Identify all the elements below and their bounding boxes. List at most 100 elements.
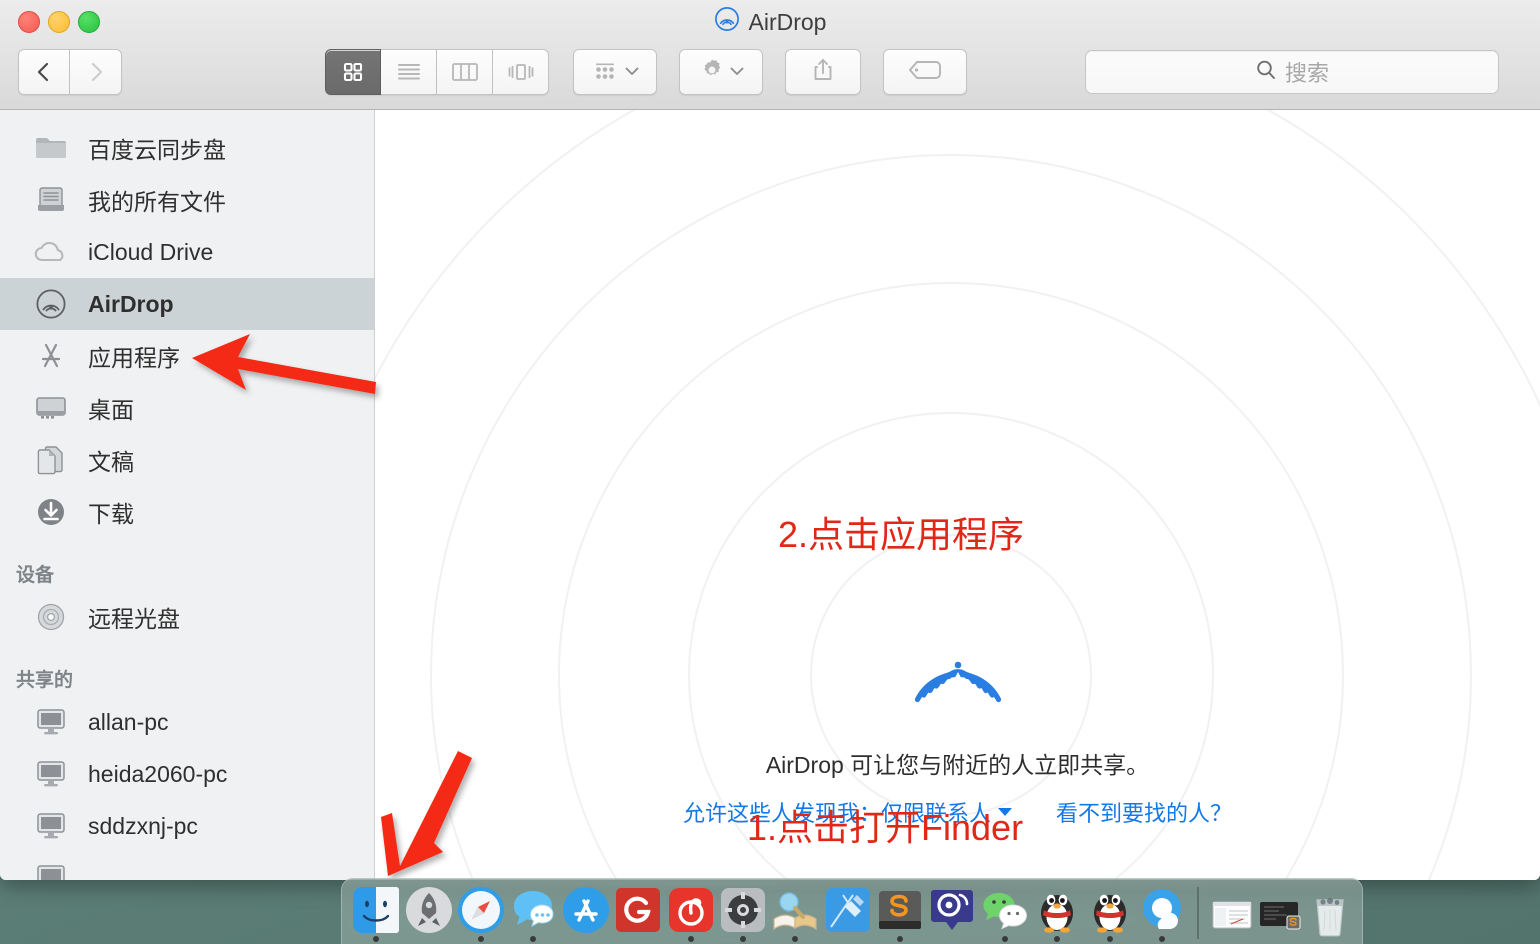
sidebar-item-label: AirDrop — [88, 290, 174, 317]
window-title-text: AirDrop — [748, 8, 827, 35]
share-button[interactable] — [785, 49, 861, 95]
sidebar-item-airdrop[interactable]: AirDrop — [0, 278, 374, 330]
action-gear-button[interactable] — [679, 49, 763, 95]
gear-icon — [698, 56, 726, 89]
dock-item-messages[interactable] — [507, 883, 559, 944]
sidebar-item-shared-partial[interactable] — [0, 852, 374, 880]
sidebar-item-label: 下载 — [88, 501, 134, 527]
dock-minimized-document-window[interactable] — [1208, 883, 1257, 944]
sidebar-item-heida2060-pc[interactable]: heida2060-pc — [0, 748, 374, 800]
downloads-icon — [32, 495, 70, 529]
dock-item-system-preferences[interactable] — [717, 883, 769, 944]
sidebar-item-label: 百度云同步盘 — [88, 137, 226, 163]
search-field[interactable]: 搜索 — [1085, 50, 1499, 94]
airdrop-icon — [32, 287, 70, 321]
sidebar-item-label: iCloud Drive — [88, 238, 214, 265]
sidebar-item-label: 应用程序 — [88, 345, 180, 371]
running-indicator — [687, 936, 694, 942]
sidebar: 百度云同步盘 我的所有文件 iCloud Drive AirDrop 应用程序 … — [0, 110, 375, 880]
dock-item-xcode[interactable] — [822, 883, 874, 944]
sidebar-item-downloads[interactable]: 下载 — [0, 486, 374, 538]
dock-item-qq[interactable] — [1031, 883, 1083, 944]
xcode-icon — [823, 885, 873, 935]
arrange-button[interactable] — [573, 49, 657, 95]
dock — [341, 878, 1363, 944]
sidebar-item-desktop[interactable]: 桌面 — [0, 382, 374, 434]
g-app-icon — [613, 885, 663, 935]
sidebar-item-icloud-drive[interactable]: iCloud Drive — [0, 226, 374, 278]
airdrop-content-pane: AirDrop 可让您与附近的人立即共享。 允许这些人发现我：仅限联系人 看不到… — [375, 110, 1540, 880]
dock-separator — [1197, 887, 1200, 939]
tag-icon — [907, 59, 943, 86]
dock-trash[interactable] — [1305, 883, 1354, 944]
dictionary-icon — [770, 885, 820, 935]
dock-item-qq-two[interactable] — [1083, 883, 1135, 944]
sidebar-item-label: allan-pc — [88, 708, 169, 735]
dock-item-finder[interactable] — [350, 883, 402, 944]
applications-icon — [32, 339, 70, 373]
sidebar-item-documents[interactable]: 文稿 — [0, 434, 374, 486]
forward-button[interactable] — [70, 49, 122, 95]
weibo-icon — [927, 885, 977, 935]
airdrop-help-link[interactable]: 看不到要找的人？ — [1056, 796, 1232, 828]
dock-item-weibo[interactable] — [926, 883, 978, 944]
back-button[interactable] — [18, 49, 70, 95]
running-indicator — [739, 936, 746, 942]
search-icon — [1255, 59, 1277, 86]
chevron-down-icon — [998, 808, 1012, 816]
dock-item-wechat[interactable] — [979, 883, 1031, 944]
sidebar-item-applications[interactable]: 应用程序 — [0, 330, 374, 382]
icon-view-button[interactable] — [325, 49, 381, 95]
dock-item-launchpad[interactable] — [402, 883, 454, 944]
sidebar-item-label: 文稿 — [88, 449, 134, 475]
running-indicator — [530, 936, 537, 942]
dock-item-dictionary[interactable] — [769, 883, 821, 944]
sidebar-item-remote-disc[interactable]: 远程光盘 — [0, 591, 374, 643]
qq-penguin-icon — [1085, 885, 1135, 935]
airdrop-empty-state: AirDrop 可让您与附近的人立即共享。 允许这些人发现我：仅限联系人 看不到… — [375, 602, 1540, 828]
coverflow-view-button[interactable] — [493, 49, 549, 95]
airdrop-logo-icon — [898, 602, 1018, 722]
tags-button[interactable] — [883, 49, 967, 95]
dock-minimized-sublime-window[interactable] — [1257, 883, 1306, 944]
search-input[interactable]: 搜索 — [1285, 56, 1329, 88]
finder-toolbar: 搜索 — [0, 44, 1540, 100]
sidebar-item-baidu-sync[interactable]: 百度云同步盘 — [0, 122, 374, 174]
qq-browser-icon — [1137, 885, 1187, 935]
dock-item-sublime-text[interactable] — [874, 883, 926, 944]
running-indicator — [1159, 936, 1166, 942]
airdrop-discoverability-menu[interactable]: 允许这些人发现我：仅限联系人 — [683, 796, 1012, 828]
airdrop-icon — [714, 6, 740, 38]
navigation-buttons — [18, 49, 122, 95]
dock-item-gitee-g[interactable] — [612, 883, 664, 944]
finder-window: AirDrop 搜索 百度云同步盘 我的所有文件 iCloud Drive Ai… — [0, 0, 1540, 880]
system-preferences-icon — [718, 885, 768, 935]
sidebar-item-all-my-files[interactable]: 我的所有文件 — [0, 174, 374, 226]
dock-item-netease-music[interactable] — [664, 883, 716, 944]
column-view-button[interactable] — [437, 49, 493, 95]
messages-icon — [508, 885, 558, 935]
running-indicator — [1106, 936, 1113, 942]
documents-icon — [32, 443, 70, 477]
list-view-button[interactable] — [381, 49, 437, 95]
running-indicator — [1054, 936, 1061, 942]
running-indicator — [373, 936, 380, 942]
sidebar-item-label: 远程光盘 — [88, 606, 180, 632]
sidebar-item-label: 我的所有文件 — [88, 189, 226, 215]
running-indicator — [477, 936, 484, 942]
sidebar-section-devices: 设备 — [16, 565, 55, 586]
pc-display-icon — [32, 861, 70, 880]
dock-item-app-store[interactable] — [560, 883, 612, 944]
dock-item-qq-browser[interactable] — [1136, 883, 1188, 944]
sidebar-item-allan-pc[interactable]: allan-pc — [0, 696, 374, 748]
screen: AirDrop 搜索 百度云同步盘 我的所有文件 iCloud Drive Ai… — [0, 0, 1540, 944]
chevron-down-icon — [625, 63, 639, 81]
sidebar-item-sddzxnj-pc[interactable]: sddzxnj-pc — [0, 800, 374, 852]
qq-penguin-icon — [1032, 885, 1082, 935]
dock-item-safari[interactable] — [455, 883, 507, 944]
share-icon — [811, 56, 835, 89]
finder-icon — [351, 885, 401, 935]
airdrop-caption: AirDrop 可让您与附近的人立即共享。 — [765, 752, 1150, 778]
airdrop-discoverability-label: 允许这些人发现我：仅限联系人 — [682, 801, 991, 826]
sidebar-section-shared: 共享的 — [16, 670, 74, 691]
